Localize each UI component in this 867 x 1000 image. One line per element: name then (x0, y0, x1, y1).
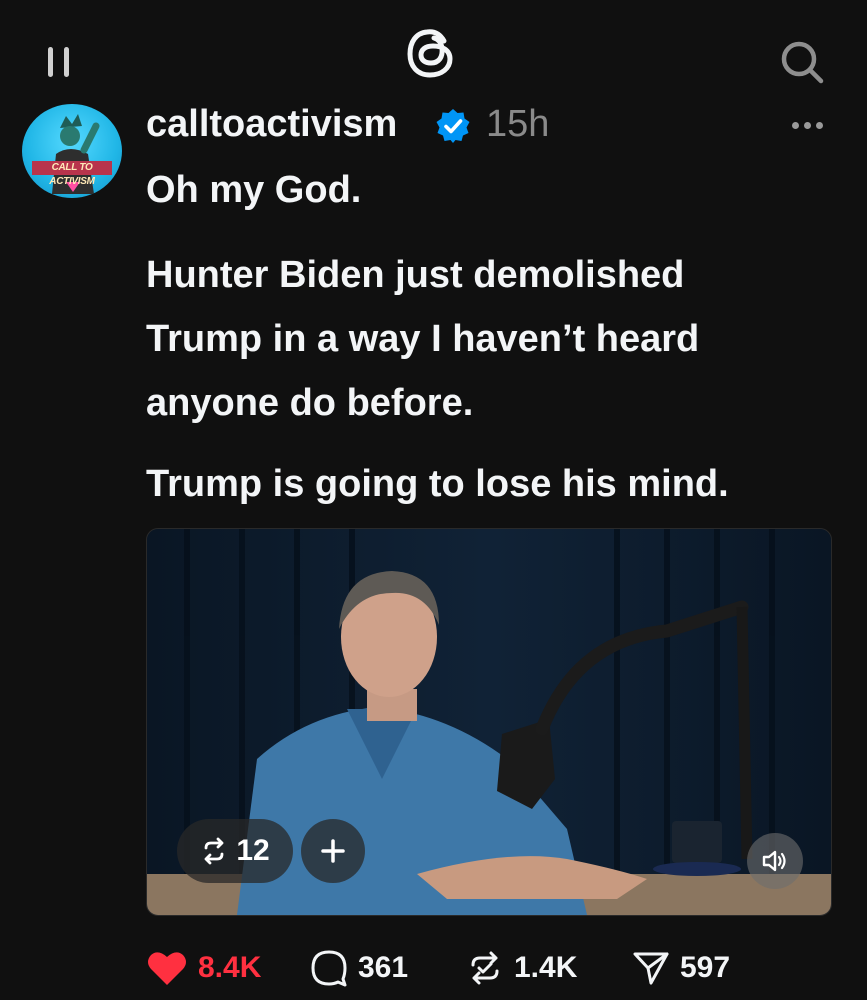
avatar-label: CALL TO ACTIVISM (32, 161, 112, 187)
author-name[interactable]: calltoactivism (146, 100, 397, 148)
post-actions: 8.4K 361 1.4K 597 (0, 940, 867, 1000)
like-count: 8.4K (198, 951, 262, 984)
more-options-icon[interactable] (792, 116, 832, 130)
post-text-line: Hunter Biden just demolished (146, 254, 685, 296)
post-text-line: Trump in a way I haven’t heard (146, 318, 700, 360)
post-video[interactable]: 12 (146, 528, 832, 916)
send-icon (633, 952, 669, 985)
like-button[interactable]: 8.4K (146, 940, 261, 996)
repost-icon (471, 951, 499, 985)
repost-button[interactable]: 1.4K (466, 940, 577, 996)
top-bar (0, 0, 867, 100)
comment-icon (311, 950, 347, 987)
plus-icon (321, 839, 345, 863)
post-text-line: anyone do before. (146, 382, 474, 424)
avatar[interactable]: CALL TO ACTIVISM (22, 104, 122, 198)
menu-icon[interactable] (42, 44, 78, 80)
repost-total: 1.4K (514, 951, 578, 984)
reply-count: 361 (358, 951, 409, 984)
share-button[interactable]: 597 (632, 940, 730, 996)
search-icon[interactable] (778, 38, 826, 86)
repost-count: 12 (236, 834, 270, 867)
threads-logo-icon[interactable] (400, 20, 466, 86)
post-text-line: Trump is going to lose his mind. (146, 463, 729, 505)
repost-icon (204, 837, 224, 865)
post-timestamp: 15h (486, 103, 550, 145)
post-text-line: Oh my God. (146, 169, 362, 211)
verified-badge-icon (436, 109, 470, 143)
volume-button[interactable] (747, 833, 803, 889)
add-button[interactable] (301, 819, 365, 883)
heart-icon (148, 952, 186, 985)
reply-button[interactable]: 361 (310, 940, 408, 996)
repost-count-chip[interactable]: 12 (177, 819, 293, 883)
post-text-paragraph: Hunter Biden just demolished Trump in a … (146, 243, 846, 435)
volume-icon (762, 850, 786, 872)
share-count: 597 (680, 951, 731, 984)
